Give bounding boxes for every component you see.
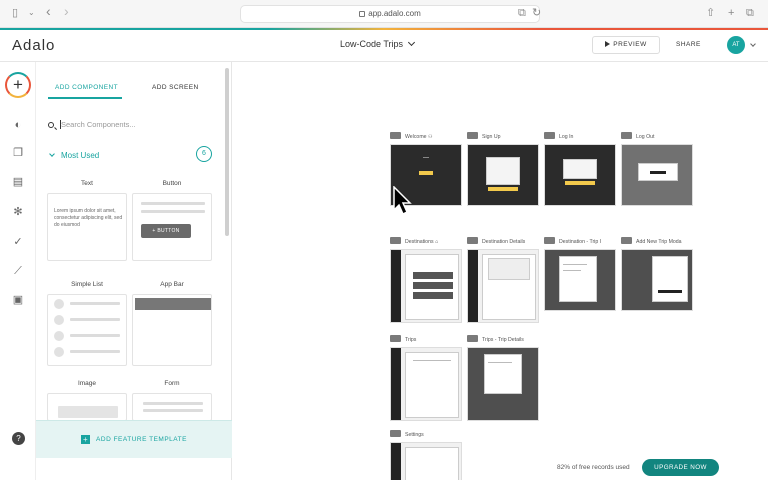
- play-icon: [605, 41, 611, 47]
- section-count-badge: 6: [196, 146, 212, 162]
- archive-icon[interactable]: ▣: [11, 293, 25, 307]
- sidebar-toggle-icon[interactable]: ▯: [12, 6, 18, 20]
- palette-icon[interactable]: ◐: [11, 118, 25, 132]
- screen-log-in[interactable]: Log In: [544, 132, 616, 206]
- component-label-simple-list: Simple List: [71, 281, 103, 288]
- component-label-app-bar: App Bar: [160, 281, 184, 288]
- panel-scrollbar[interactable]: [225, 68, 229, 236]
- screens-icon[interactable]: ❐: [11, 146, 25, 160]
- screen-icon: [544, 132, 555, 139]
- reload-icon[interactable]: ↻: [532, 6, 541, 20]
- screen-icon: [621, 132, 632, 139]
- active-tab-indicator: [48, 97, 122, 99]
- component-image[interactable]: [47, 393, 127, 421]
- chevron-down-icon: [49, 151, 55, 157]
- screen-settings[interactable]: Settings: [390, 430, 462, 480]
- left-toolbar: + ◐ ❐ ▤ ✻ ✓ ⟋ ▣ ?: [0, 62, 36, 480]
- back-icon[interactable]: ‹: [46, 4, 51, 18]
- component-panel: ADD COMPONENT ADD SCREEN Search Componen…: [36, 62, 232, 480]
- app-bar-sample: [135, 298, 211, 310]
- component-app-bar[interactable]: [132, 294, 212, 366]
- builder-canvas[interactable]: Welcome ⚇ Sign Up Log In Log Out Destina…: [232, 62, 768, 480]
- screen-destination-details[interactable]: Destination Details: [467, 237, 539, 323]
- upgrade-now-button[interactable]: UPGRADE NOW: [642, 459, 719, 476]
- screen-destinations[interactable]: Destinations ⌂: [390, 237, 462, 323]
- project-switcher[interactable]: Low-Code Trips: [340, 38, 416, 49]
- adalo-logo[interactable]: Adalo: [12, 37, 55, 54]
- screen-icon: [390, 237, 401, 244]
- component-text[interactable]: Lorem ipsum dolor sit amet, consectetur …: [47, 193, 127, 261]
- screen-trips-trip-details[interactable]: Trips - Trip Details: [467, 335, 539, 421]
- screen-icon: [467, 335, 478, 342]
- component-button[interactable]: + BUTTON: [132, 193, 212, 261]
- component-label-image: Image: [77, 380, 97, 387]
- chevron-down-icon[interactable]: [750, 41, 756, 47]
- home-icon: ⌂: [435, 239, 439, 245]
- forward-icon[interactable]: ›: [64, 4, 69, 18]
- screen-welcome[interactable]: Welcome ⚇: [390, 132, 462, 206]
- project-name: Low-Code Trips: [340, 39, 404, 49]
- screen-add-new-trip-modal[interactable]: Add New Trip Moda: [621, 237, 693, 311]
- button-sample: + BUTTON: [141, 224, 191, 238]
- screen-destination-trip[interactable]: Destination - Trip I: [544, 237, 616, 311]
- share-button[interactable]: SHARE: [676, 41, 701, 48]
- section-header-most-used[interactable]: Most Used: [49, 151, 99, 160]
- screen-icon: [621, 237, 632, 244]
- search-input[interactable]: Search Components...: [48, 120, 136, 129]
- settings-icon[interactable]: ✻: [11, 205, 25, 219]
- add-component-button[interactable]: +: [5, 72, 31, 98]
- browser-toolbar: ▯ ⌄ ‹ › app.adalo.com ⧉ ↻ ⇧ + ⧉: [0, 0, 768, 28]
- preview-label: PREVIEW: [613, 41, 647, 48]
- records-usage-text: 82% of free records used: [557, 464, 630, 471]
- component-label-form: Form: [164, 380, 180, 387]
- component-label-button: Button: [162, 180, 182, 187]
- screen-icon: [390, 335, 401, 342]
- publish-icon[interactable]: ✓: [11, 235, 25, 249]
- tab-add-component[interactable]: ADD COMPONENT: [55, 84, 118, 91]
- text-sample: Lorem ipsum dolor sit amet, consectetur …: [54, 208, 123, 228]
- screen-icon: [390, 132, 401, 139]
- translate-icon[interactable]: ⧉: [518, 6, 526, 20]
- add-feature-template-button[interactable]: + ADD FEATURE TEMPLATE: [36, 420, 232, 458]
- tabs-overview-icon[interactable]: ⧉: [746, 6, 754, 20]
- plus-square-icon: +: [81, 435, 91, 444]
- database-icon[interactable]: ▤: [11, 175, 25, 189]
- screen-sign-up[interactable]: Sign Up: [467, 132, 539, 206]
- component-label-text: Text: [81, 180, 93, 187]
- screen-icon: [390, 430, 401, 437]
- screen-log-out[interactable]: Log Out: [621, 132, 693, 206]
- component-form[interactable]: [132, 393, 212, 421]
- app-header: Adalo Low-Code Trips PREVIEW SHARE AT: [0, 28, 768, 62]
- new-tab-icon[interactable]: +: [728, 6, 734, 20]
- search-icon: [48, 122, 54, 128]
- url-text: app.adalo.com: [368, 9, 421, 18]
- component-simple-list[interactable]: [47, 294, 127, 366]
- chevron-down-icon: [407, 38, 416, 47]
- avatar[interactable]: AT: [727, 36, 745, 54]
- preview-button[interactable]: PREVIEW: [592, 36, 660, 54]
- user-icon: ⚇: [427, 134, 433, 140]
- accent-stripe: [0, 28, 768, 30]
- chevron-down-icon[interactable]: ⌄: [28, 6, 35, 20]
- screen-icon: [467, 132, 478, 139]
- search-placeholder: Search Components...: [61, 120, 136, 129]
- help-icon[interactable]: ?: [12, 432, 25, 445]
- screen-trips[interactable]: Trips: [390, 335, 462, 421]
- tab-add-screen[interactable]: ADD SCREEN: [152, 84, 199, 91]
- lock-icon: [359, 11, 366, 17]
- mouse-cursor-icon: [393, 186, 412, 216]
- analytics-icon[interactable]: ⟋: [11, 264, 25, 278]
- address-bar[interactable]: app.adalo.com: [240, 5, 540, 23]
- share-sheet-icon[interactable]: ⇧: [706, 6, 715, 20]
- screen-icon: [467, 237, 478, 244]
- screen-icon: [544, 237, 555, 244]
